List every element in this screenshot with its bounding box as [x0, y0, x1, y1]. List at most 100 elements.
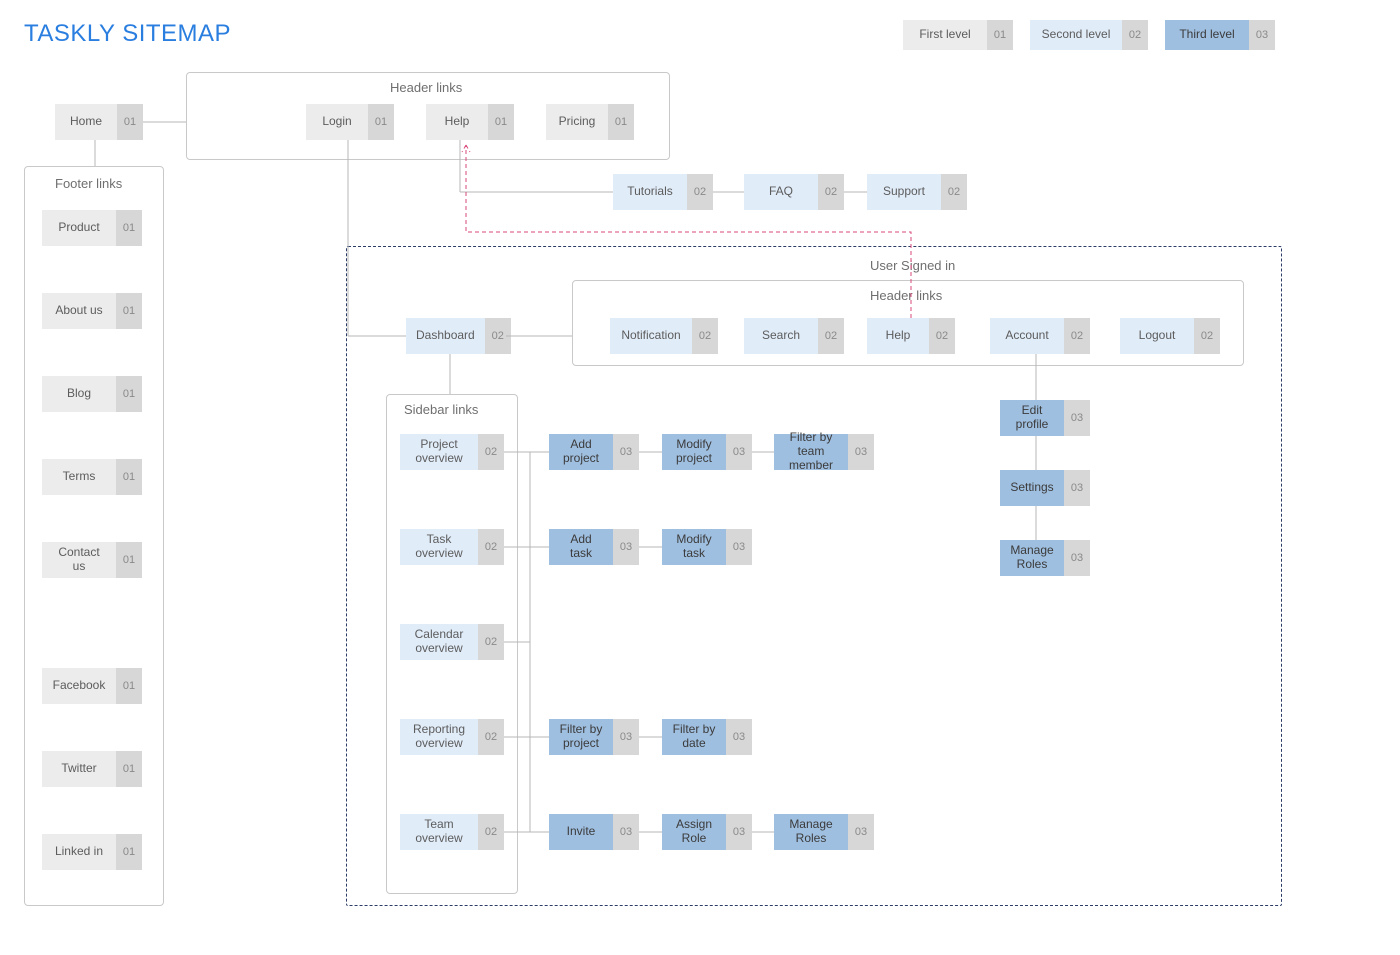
node-contact-us-label: Contact us — [42, 542, 116, 578]
node-linkedin: Linked in 01 — [42, 834, 142, 870]
node-twitter: Twitter 01 — [42, 751, 142, 787]
node-logout-label: Logout — [1120, 318, 1194, 354]
node-team-overview-label: Team overview — [400, 814, 478, 850]
node-pricing-num: 01 — [608, 104, 634, 140]
node-reporting-overview: Reporting overview 02 — [400, 719, 504, 755]
node-twitter-label: Twitter — [42, 751, 116, 787]
node-team-overview: Team overview 02 — [400, 814, 504, 850]
node-manage-roles-team-label: Manage Roles — [774, 814, 848, 850]
node-search-num: 02 — [818, 318, 844, 354]
group-sidebar-links-title: Sidebar links — [404, 402, 478, 417]
node-notification-label: Notification — [610, 318, 692, 354]
node-settings-label: Settings — [1000, 470, 1064, 506]
node-signed-help-label: Help — [867, 318, 929, 354]
node-account-num: 02 — [1064, 318, 1090, 354]
node-about-us-label: About us — [42, 293, 116, 329]
node-assign-role: Assign Role 03 — [662, 814, 752, 850]
node-product-label: Product — [42, 210, 116, 246]
node-reporting-overview-label: Reporting overview — [400, 719, 478, 755]
node-support: Support 02 — [867, 174, 967, 210]
node-assign-role-num: 03 — [726, 814, 752, 850]
region-user-signed-in-title: User Signed in — [870, 258, 955, 273]
node-add-task-num: 03 — [613, 529, 639, 565]
node-tutorials: Tutorials 02 — [613, 174, 713, 210]
legend-third-level: Third level 03 — [1165, 20, 1275, 50]
node-login-num: 01 — [368, 104, 394, 140]
node-notification: Notification 02 — [610, 318, 718, 354]
node-faq-label: FAQ — [744, 174, 818, 210]
legend-second-level-num: 02 — [1122, 20, 1148, 50]
node-linkedin-num: 01 — [116, 834, 142, 870]
legend-third-level-label: Third level — [1165, 20, 1249, 50]
node-project-overview: Project overview 02 — [400, 434, 504, 470]
node-account: Account 02 — [990, 318, 1090, 354]
node-pricing: Pricing 01 — [546, 104, 634, 140]
node-modify-task-label: Modify task — [662, 529, 726, 565]
node-team-overview-num: 02 — [478, 814, 504, 850]
node-add-task: Add task 03 — [549, 529, 639, 565]
node-settings: Settings 03 — [1000, 470, 1090, 506]
node-add-project-label: Add project — [549, 434, 613, 470]
node-dashboard-num: 02 — [485, 318, 511, 354]
node-facebook-num: 01 — [116, 668, 142, 704]
legend-second-level: Second level 02 — [1030, 20, 1148, 50]
node-blog-label: Blog — [42, 376, 116, 412]
node-task-overview-label: Task overview — [400, 529, 478, 565]
node-about-us-num: 01 — [116, 293, 142, 329]
node-logout: Logout 02 — [1120, 318, 1220, 354]
node-task-overview: Task overview 02 — [400, 529, 504, 565]
node-contact-us: Contact us 01 — [42, 542, 142, 578]
node-signed-help: Help 02 — [867, 318, 955, 354]
node-tutorials-label: Tutorials — [613, 174, 687, 210]
node-contact-us-num: 01 — [116, 542, 142, 578]
node-filter-by-project-num: 03 — [613, 719, 639, 755]
node-support-label: Support — [867, 174, 941, 210]
node-login: Login 01 — [306, 104, 394, 140]
node-modify-task: Modify task 03 — [662, 529, 752, 565]
node-assign-role-label: Assign Role — [662, 814, 726, 850]
node-manage-roles-account: Manage Roles 03 — [1000, 540, 1090, 576]
node-help-label: Help — [426, 104, 488, 140]
legend-first-level: First level 01 — [903, 20, 1013, 50]
node-manage-roles-team: Manage Roles 03 — [774, 814, 874, 850]
node-terms-num: 01 — [116, 459, 142, 495]
node-linkedin-label: Linked in — [42, 834, 116, 870]
node-search-label: Search — [744, 318, 818, 354]
node-blog-num: 01 — [116, 376, 142, 412]
node-filter-by-team-member-label: Filter by team member — [774, 434, 848, 470]
node-login-label: Login — [306, 104, 368, 140]
node-filter-by-project: Filter by project 03 — [549, 719, 639, 755]
node-tutorials-num: 02 — [687, 174, 713, 210]
node-filter-by-project-label: Filter by project — [549, 719, 613, 755]
node-search: Search 02 — [744, 318, 844, 354]
node-dashboard-label: Dashboard — [406, 318, 485, 354]
group-header-links-title: Header links — [390, 80, 462, 95]
node-facebook: Facebook 01 — [42, 668, 142, 704]
node-manage-roles-team-num: 03 — [848, 814, 874, 850]
group-signed-header-links-title: Header links — [870, 288, 942, 303]
node-project-overview-num: 02 — [478, 434, 504, 470]
node-logout-num: 02 — [1194, 318, 1220, 354]
node-reporting-overview-num: 02 — [478, 719, 504, 755]
node-task-overview-num: 02 — [478, 529, 504, 565]
node-add-project-num: 03 — [613, 434, 639, 470]
node-invite-num: 03 — [613, 814, 639, 850]
page-title: TASKLY SITEMAP — [24, 20, 231, 48]
node-about-us: About us 01 — [42, 293, 142, 329]
node-filter-by-team-member: Filter by team member 03 — [774, 434, 874, 470]
node-home-num: 01 — [117, 104, 143, 140]
node-blog: Blog 01 — [42, 376, 142, 412]
node-add-project: Add project 03 — [549, 434, 639, 470]
node-modify-project-num: 03 — [726, 434, 752, 470]
legend-second-level-label: Second level — [1030, 20, 1122, 50]
node-home-label: Home — [55, 104, 117, 140]
node-manage-roles-account-label: Manage Roles — [1000, 540, 1064, 576]
node-faq-num: 02 — [818, 174, 844, 210]
node-signed-help-num: 02 — [929, 318, 955, 354]
node-modify-project: Modify project 03 — [662, 434, 752, 470]
node-twitter-num: 01 — [116, 751, 142, 787]
node-terms-label: Terms — [42, 459, 116, 495]
group-footer-links-title: Footer links — [55, 176, 122, 191]
node-calendar-overview-label: Calendar overview — [400, 624, 478, 660]
node-modify-project-label: Modify project — [662, 434, 726, 470]
